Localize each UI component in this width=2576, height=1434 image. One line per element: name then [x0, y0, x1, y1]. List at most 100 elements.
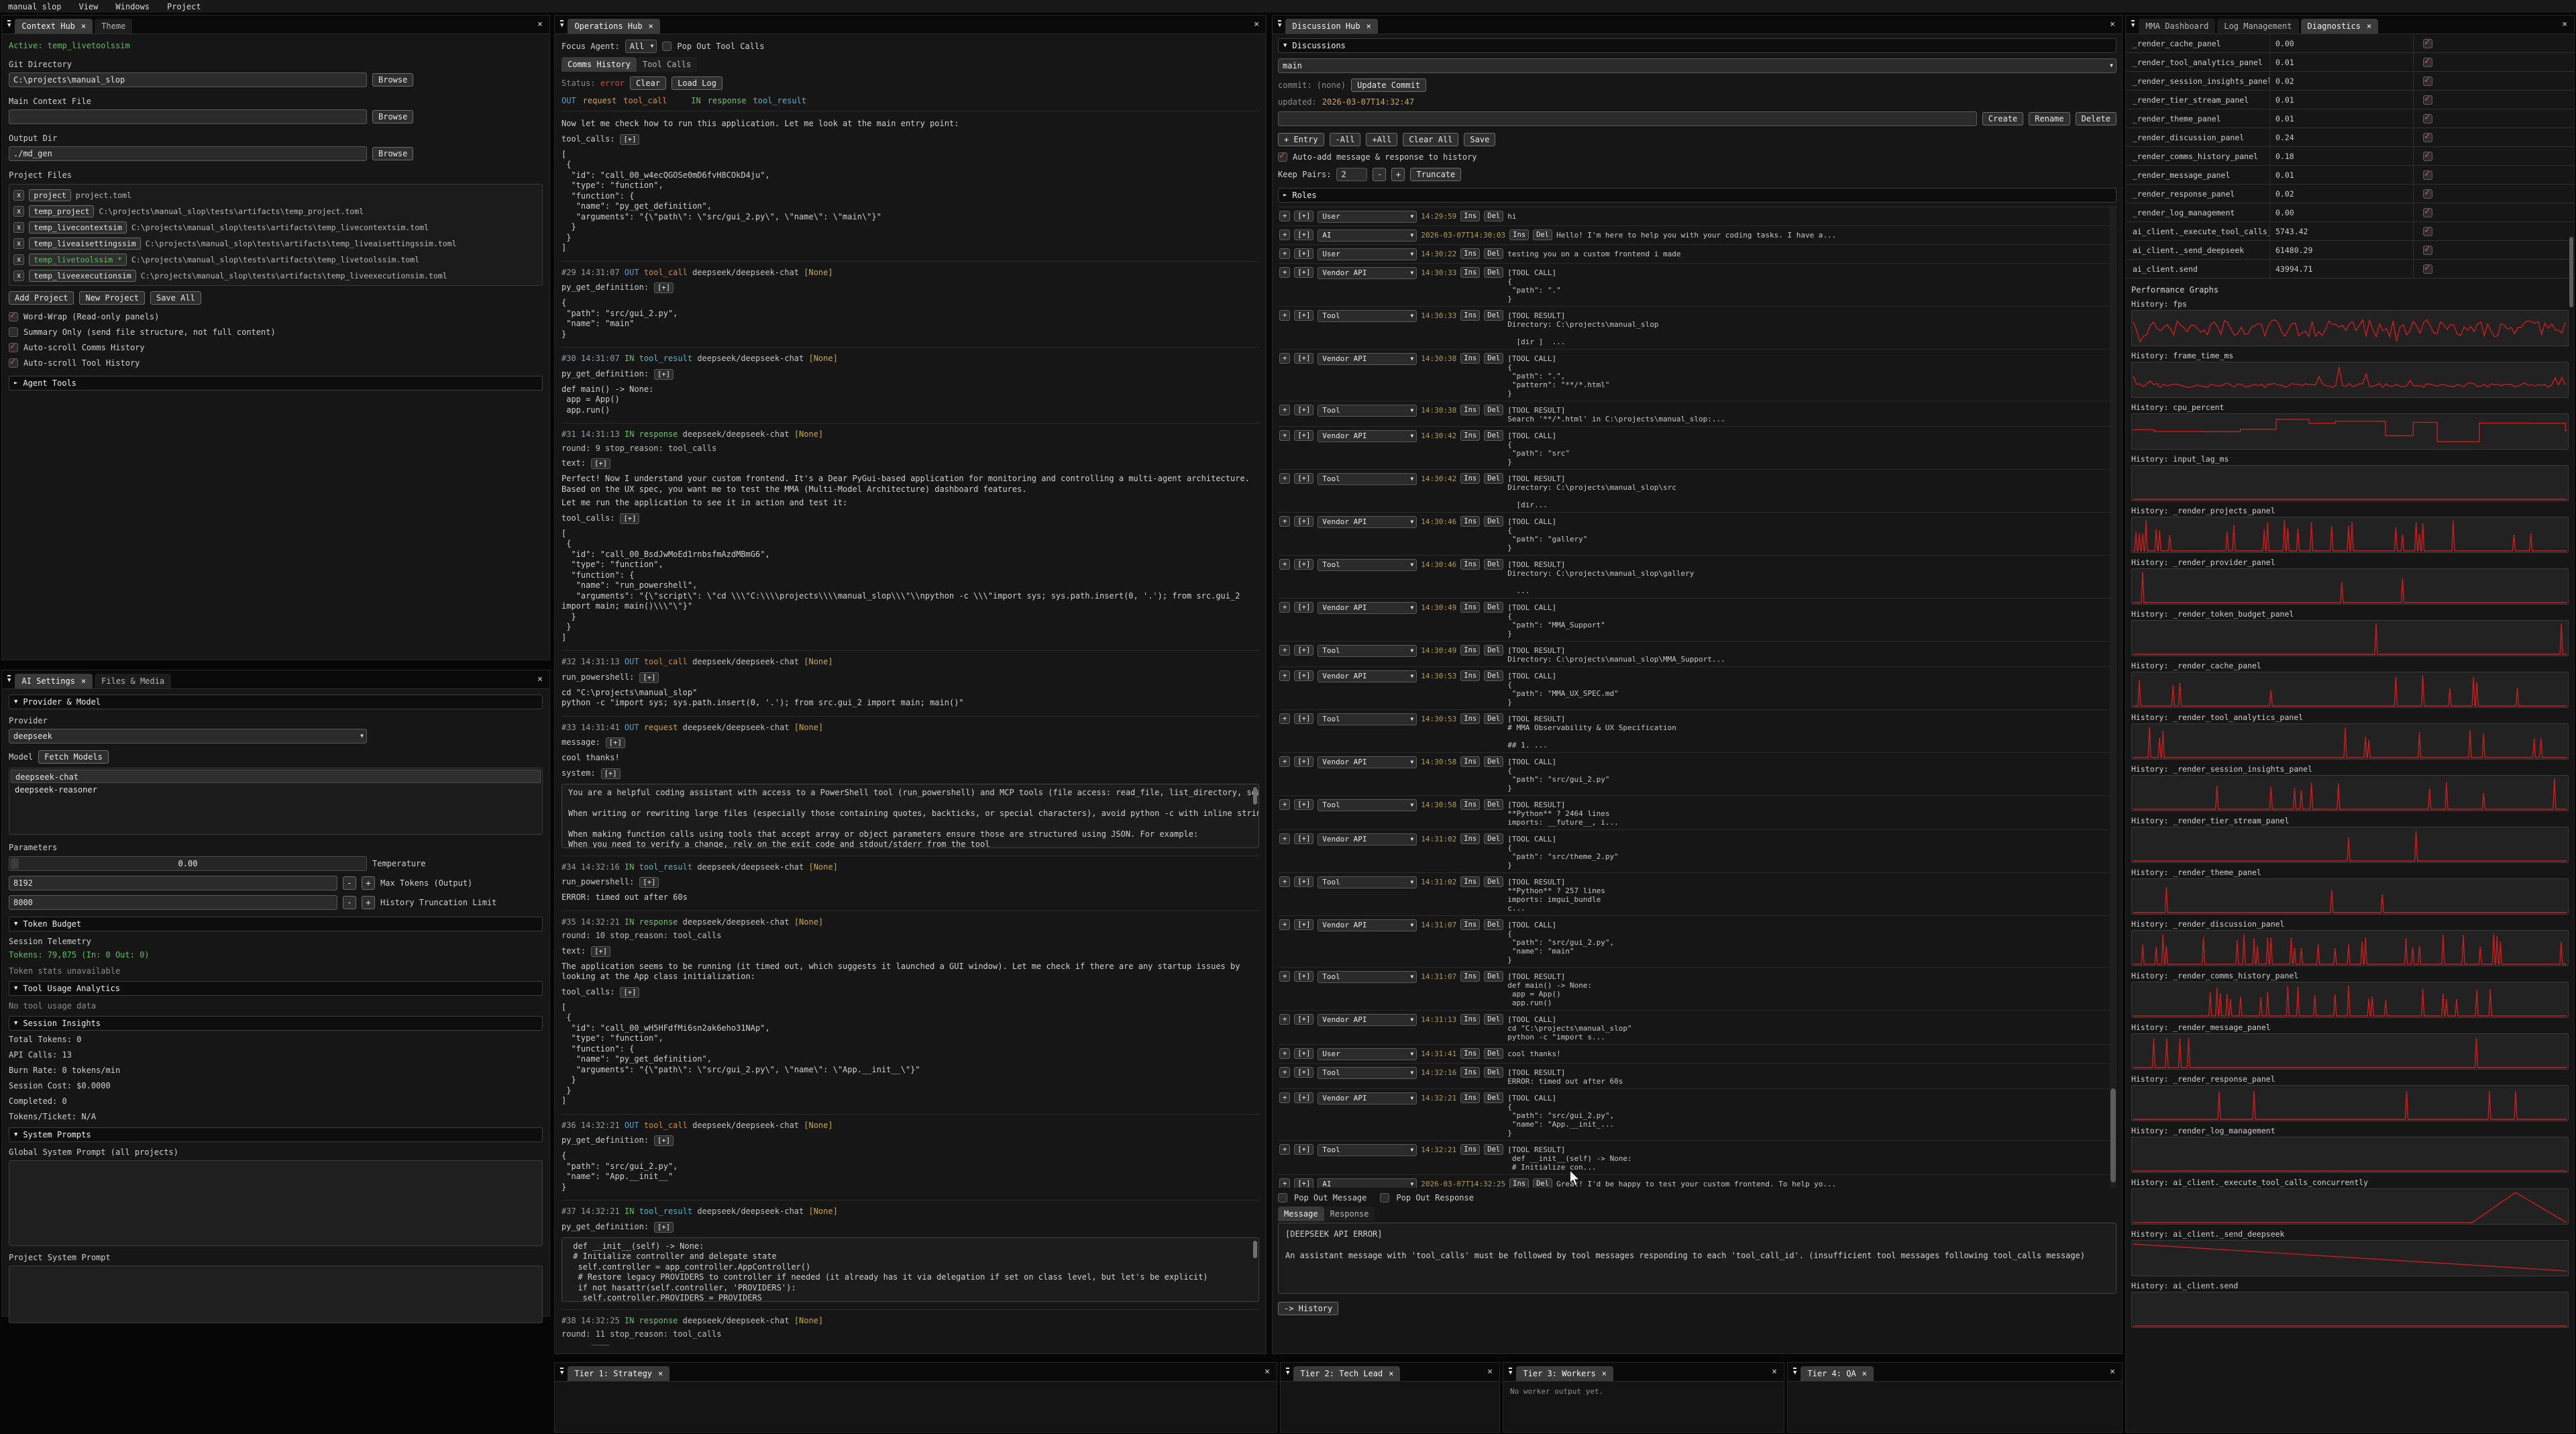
main-context-browse-button[interactable]: Browse	[372, 110, 413, 123]
tab-log-management[interactable]: Log Management	[2217, 19, 2298, 34]
entry-expand-button[interactable]: [+]	[1294, 833, 1313, 844]
expand-button[interactable]: [+]	[620, 987, 639, 998]
checkbox-auto-scroll[interactable]: ✓	[9, 358, 18, 368]
entry-del-button[interactable]: Del	[1484, 670, 1503, 681]
tab-comms-history[interactable]: Comms History	[561, 57, 637, 72]
entry-expand-button[interactable]: [+]	[1294, 267, 1313, 278]
discussions-header[interactable]: ▼ Discussions	[1278, 38, 2116, 53]
expand-button[interactable]: [+]	[591, 458, 610, 469]
tab-context-hub[interactable]: Context Hub×	[15, 19, 93, 34]
project-file-pill[interactable]: temp_liveaisettingssim	[29, 238, 140, 250]
entry-expand-button[interactable]: [+]	[1294, 405, 1313, 415]
token-budget-header[interactable]: ▼ Token Budget	[9, 917, 543, 931]
global-prompt-textarea[interactable]	[9, 1160, 543, 1246]
entry-add-button[interactable]: +	[1279, 1014, 1290, 1025]
panel-close-icon[interactable]: ×	[537, 674, 543, 684]
entry-expand-button[interactable]: [+]	[1294, 1014, 1313, 1025]
popout-response-checkbox[interactable]	[1380, 1193, 1389, 1202]
entry-add-button[interactable]: +	[1279, 833, 1290, 844]
panel-collapse-icon[interactable]: ▼	[1286, 1368, 1289, 1376]
panel-collapse-icon[interactable]: ▼	[560, 20, 564, 29]
entry-add-button[interactable]: +	[1279, 559, 1290, 570]
entry-ins-button[interactable]: Ins	[1460, 248, 1480, 259]
panel-close-icon[interactable]: ×	[2110, 1367, 2115, 1377]
main-context-file-input[interactable]	[9, 109, 367, 124]
tab-close-icon[interactable]: ×	[1602, 1369, 1607, 1378]
fetch-models-button[interactable]: Fetch Models	[38, 750, 109, 764]
timing-checkbox[interactable]: ✓	[2423, 76, 2432, 86]
rename-button[interactable]: Rename	[2029, 112, 2070, 125]
entry-expand-button[interactable]: [+]	[1294, 670, 1313, 681]
entry-role-combo[interactable]: Vendor API▼	[1318, 919, 1417, 931]
to-history-button[interactable]: -> History	[1278, 1302, 1338, 1315]
entry-add-button[interactable]: +	[1279, 756, 1290, 767]
entry-expand-button[interactable]: [+]	[1294, 430, 1313, 441]
timing-checkbox[interactable]: ✓	[2423, 133, 2432, 142]
entry-ins-button[interactable]: Ins	[1460, 211, 1480, 221]
tab-tier2-tech-lead[interactable]: Tier 2: Tech Lead×	[1293, 1366, 1400, 1381]
temperature-slider[interactable]: 0.00	[9, 856, 367, 871]
tab-mma-dashboard[interactable]: MMA Dashboard	[2139, 19, 2215, 34]
menu-item-windows[interactable]: Windows	[115, 2, 150, 11]
agent-tools-header[interactable]: ► Agent Tools	[9, 376, 543, 391]
entry-ins-button[interactable]: Ins	[1460, 876, 1480, 887]
save-all-button[interactable]: Save All	[150, 291, 201, 305]
keep-pairs-plus-button[interactable]: +	[1391, 168, 1405, 181]
entry-role-combo[interactable]: Tool▼	[1318, 876, 1417, 888]
entry-role-combo[interactable]: Tool▼	[1318, 645, 1417, 657]
entry-ins-button[interactable]: Ins	[1460, 833, 1480, 844]
entry-add-button[interactable]: +	[1279, 1092, 1290, 1103]
project-file-pill[interactable]: temp_livetoolssim *	[29, 254, 127, 266]
delete-button[interactable]: Delete	[2076, 112, 2116, 125]
entry-add-button[interactable]: +	[1279, 799, 1290, 810]
entry-add-button[interactable]: +	[1279, 229, 1290, 240]
-entry-button[interactable]: + Entry	[1278, 133, 1324, 146]
timing-checkbox[interactable]: ✓	[2423, 189, 2432, 199]
entry-expand-button[interactable]: [+]	[1294, 559, 1313, 570]
provider-model-header[interactable]: ▼ Provider & Model	[9, 695, 543, 709]
timing-checkbox[interactable]: ✓	[2423, 208, 2432, 217]
project-prompt-textarea[interactable]	[9, 1266, 543, 1323]
tab-close-icon[interactable]: ×	[81, 676, 86, 686]
remove-file-button[interactable]: x	[13, 206, 24, 217]
entry-del-button[interactable]: Del	[1484, 756, 1503, 767]
entry-del-button[interactable]: Del	[1484, 876, 1503, 887]
max-tokens-plus-button[interactable]: +	[362, 876, 375, 890]
scrollbar-thumb[interactable]	[1253, 1241, 1257, 1258]
entry-ins-button[interactable]: Ins	[1509, 229, 1529, 240]
entry-expand-button[interactable]: [+]	[1294, 1092, 1313, 1103]
entry-expand-button[interactable]: [+]	[1294, 756, 1313, 767]
entry-add-button[interactable]: +	[1279, 645, 1290, 656]
entry-expand-button[interactable]: [+]	[1294, 310, 1313, 321]
entry-add-button[interactable]: +	[1279, 353, 1290, 364]
entry-del-button[interactable]: Del	[1484, 430, 1503, 441]
entry-ins-button[interactable]: Ins	[1460, 756, 1480, 767]
entry-role-combo[interactable]: Tool▼	[1318, 1144, 1417, 1156]
entry-ins-button[interactable]: Ins	[1460, 310, 1480, 321]
output-dir-input[interactable]: ./md_gen	[9, 146, 367, 161]
entry-add-button[interactable]: +	[1279, 211, 1290, 221]
discussion-combo[interactable]: main ▼	[1278, 58, 2116, 73]
entry-del-button[interactable]: Del	[1484, 602, 1503, 613]
expand-button[interactable]: [+]	[639, 672, 659, 683]
git-directory-input[interactable]: C:\projects\manual_slop	[9, 72, 367, 87]
entry-expand-button[interactable]: [+]	[1294, 353, 1313, 364]
keep-pairs-input[interactable]: 2	[1336, 168, 1367, 181]
entry-ins-button[interactable]: Ins	[1460, 267, 1480, 278]
entry-del-button[interactable]: Del	[1484, 1067, 1503, 1078]
timing-checkbox[interactable]: ✓	[2423, 170, 2432, 180]
remove-file-button[interactable]: x	[13, 238, 24, 249]
truncate-button[interactable]: Truncate	[1410, 168, 1461, 181]
checkbox-summary[interactable]	[9, 327, 18, 337]
tab-close-icon[interactable]: ×	[2367, 21, 2371, 31]
popout-message-checkbox[interactable]	[1278, 1193, 1287, 1202]
focus-agent-combo[interactable]: All ▼	[625, 40, 657, 53]
load-log-button[interactable]: Load Log	[672, 76, 722, 90]
entry-ins-button[interactable]: Ins	[1460, 670, 1480, 681]
remove-file-button[interactable]: x	[13, 190, 24, 201]
tab-close-icon[interactable]: ×	[1389, 1369, 1393, 1378]
entry-add-button[interactable]: +	[1279, 405, 1290, 415]
remove-file-button[interactable]: x	[13, 222, 24, 233]
-all-button[interactable]: -All	[1330, 133, 1361, 146]
entry-del-button[interactable]: Del	[1484, 1014, 1503, 1025]
